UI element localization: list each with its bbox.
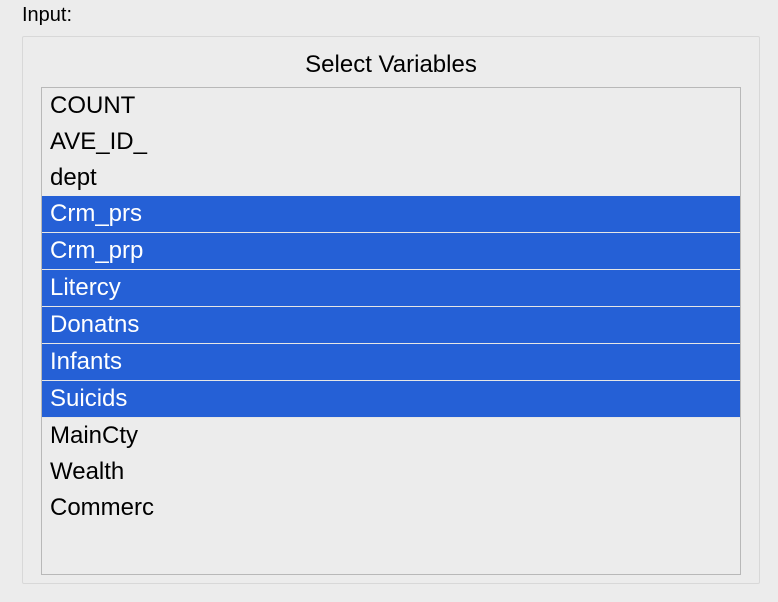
list-item[interactable]: Wealth <box>42 454 740 490</box>
panel-title: Select Variables <box>41 51 741 87</box>
list-item[interactable]: Infants <box>42 344 740 381</box>
list-item[interactable]: Donatns <box>42 307 740 344</box>
list-item[interactable]: Crm_prs <box>42 196 740 233</box>
list-item[interactable]: COUNT <box>42 88 740 124</box>
list-item[interactable]: Litercy <box>42 270 740 307</box>
list-item[interactable]: MainCty <box>42 418 740 454</box>
select-variables-panel: Select Variables COUNTAVE_ID_deptCrm_prs… <box>22 36 760 584</box>
list-item[interactable]: Commerc <box>42 490 740 526</box>
section-label: Input: <box>0 0 778 33</box>
list-item[interactable]: AVE_ID_ <box>42 124 740 160</box>
variables-listbox[interactable]: COUNTAVE_ID_deptCrm_prsCrm_prpLitercyDon… <box>41 87 741 575</box>
list-item[interactable]: Crm_prp <box>42 233 740 270</box>
list-item[interactable]: Suicids <box>42 381 740 418</box>
list-item[interactable]: dept <box>42 160 740 196</box>
